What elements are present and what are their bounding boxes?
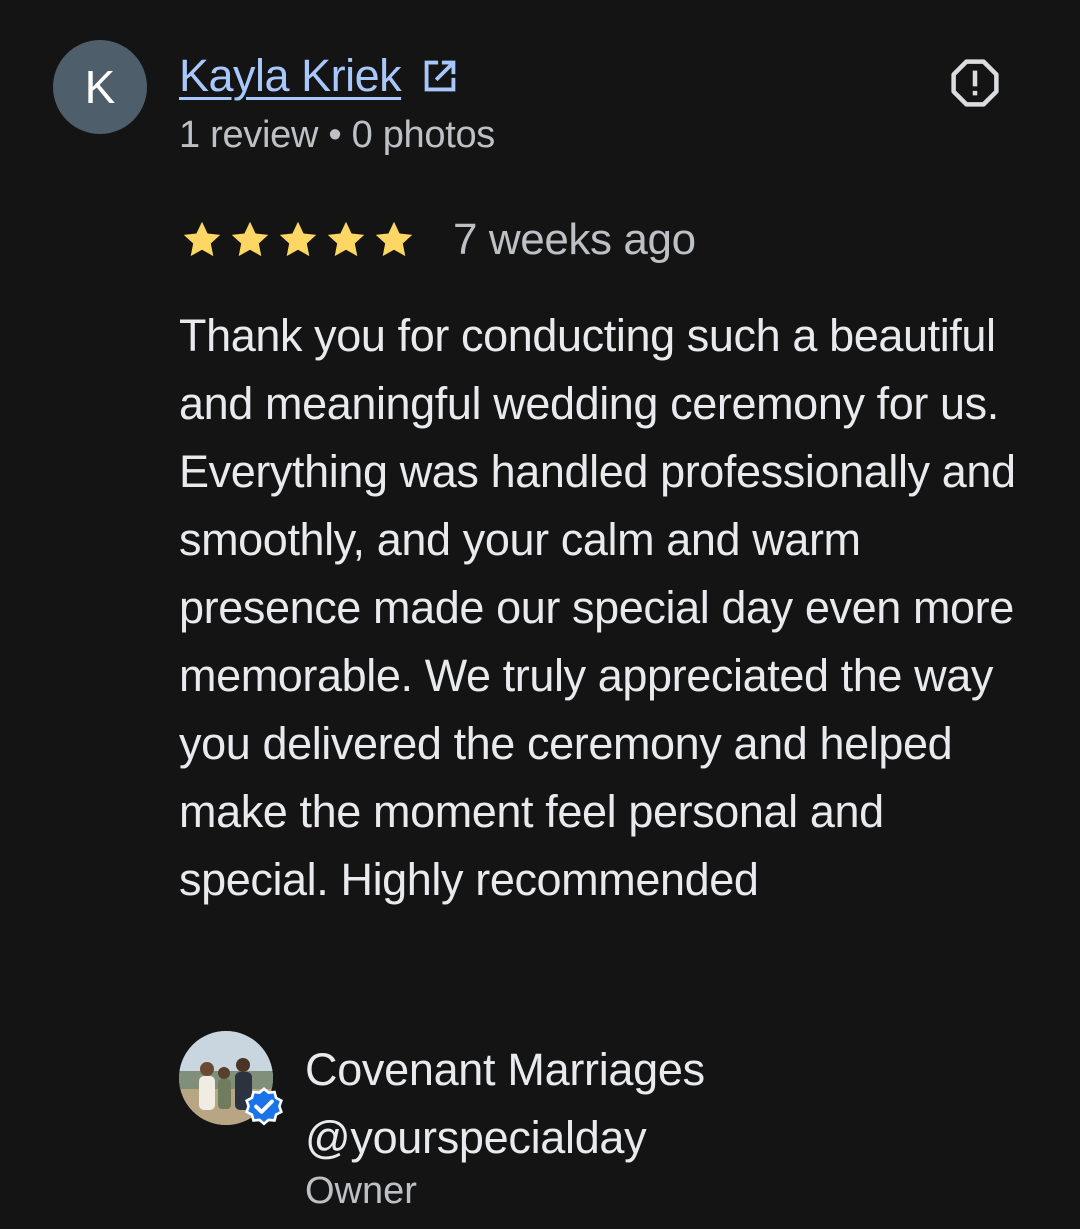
review-date: 7 weeks ago bbox=[453, 215, 696, 264]
reviewer-avatar[interactable]: K bbox=[53, 40, 147, 134]
star-icon bbox=[279, 221, 317, 257]
star-icon bbox=[375, 221, 413, 257]
star-rating bbox=[179, 217, 417, 263]
star-icon bbox=[231, 221, 269, 257]
rating-row: 7 weeks ago bbox=[179, 212, 696, 268]
reviewer-name-link[interactable]: Kayla Kriek bbox=[179, 50, 402, 102]
owner-role-label: Owner bbox=[305, 1170, 417, 1212]
owner-name: Covenant Marriages @yourspecialday bbox=[305, 1044, 705, 1163]
reviewer-meta: 1 review • 0 photos bbox=[179, 114, 496, 156]
report-icon[interactable] bbox=[948, 56, 1002, 110]
verified-badge-icon bbox=[245, 1087, 283, 1126]
avatar-letter: K bbox=[84, 61, 116, 113]
star-icon bbox=[327, 221, 365, 257]
review-text: Thank you for conducting such a beautifu… bbox=[179, 310, 1016, 905]
star-icon bbox=[183, 221, 221, 257]
reviewer-name-row: Kayla Kriek bbox=[179, 48, 463, 104]
external-link-icon[interactable] bbox=[417, 53, 463, 99]
